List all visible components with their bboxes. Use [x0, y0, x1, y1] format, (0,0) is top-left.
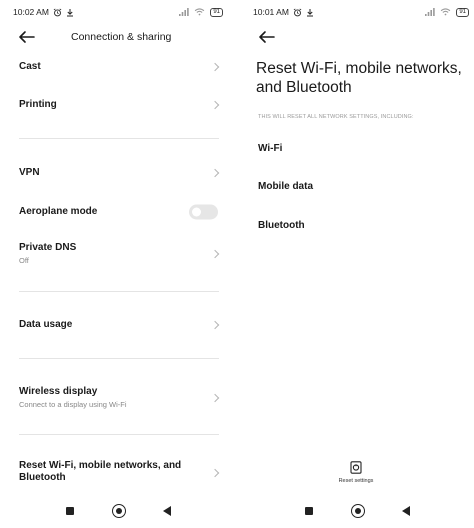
divider — [19, 138, 219, 139]
cast-label: Cast — [19, 61, 41, 72]
navigation-bar — [237, 498, 474, 528]
wireless-display-label: Wireless display — [19, 386, 98, 397]
back-arrow-icon[interactable] — [18, 30, 36, 44]
status-time: 10:01 AM — [253, 7, 289, 17]
data-usage-row[interactable]: Data usage — [19, 316, 221, 334]
divider — [19, 358, 219, 359]
nav-recents-icon[interactable] — [66, 507, 74, 515]
page-title: Connection & sharing — [71, 31, 172, 43]
reset-network-screen: 10:01 AM 91 Reset Wi-Fi, mobile networks… — [237, 0, 474, 528]
toggle-knob — [192, 207, 201, 217]
vpn-label: VPN — [19, 167, 40, 178]
reset-item-bluetooth: Bluetooth — [258, 220, 305, 231]
nav-back-icon[interactable] — [163, 506, 171, 516]
private-dns-label: Private DNS — [19, 242, 77, 253]
divider — [19, 434, 219, 435]
alarm-icon — [53, 8, 62, 16]
reset-network-label: Reset Wi-Fi, mobile networks, and Blueto… — [19, 460, 182, 483]
reset-network-row[interactable]: Reset Wi-Fi, mobile networks, and Blueto… — [19, 460, 221, 486]
navigation-bar — [0, 498, 237, 528]
printing-label: Printing — [19, 99, 57, 110]
vpn-row[interactable]: VPN — [19, 164, 221, 182]
alarm-icon — [293, 8, 302, 16]
reset-settings-button[interactable]: Reset settings — [331, 461, 381, 484]
download-icon — [306, 8, 313, 16]
download-icon — [66, 8, 73, 16]
wifi-icon — [195, 8, 205, 16]
wireless-display-sub: Connect to a display using Wi-Fi — [19, 400, 127, 409]
page-title: Reset Wi-Fi, mobile networks, and Blueto… — [256, 60, 462, 96]
reset-item-mobile-data: Mobile data — [258, 181, 314, 192]
divider — [19, 291, 219, 292]
status-bar: 10:02 AM 91 — [0, 0, 237, 24]
signal-icon — [179, 8, 190, 16]
cast-row[interactable]: Cast — [19, 58, 221, 76]
reset-settings-label: Reset settings — [338, 478, 374, 484]
data-usage-label: Data usage — [19, 319, 73, 330]
private-dns-row[interactable]: Private DNS Off — [19, 241, 221, 267]
back-arrow-icon[interactable] — [258, 30, 276, 44]
reset-caption: THIS WILL RESET ALL NETWORK SETTINGS, IN… — [258, 114, 414, 120]
battery-icon: 91 — [210, 7, 223, 17]
wireless-display-row[interactable]: Wireless display Connect to a display us… — [19, 385, 221, 411]
reset-item-wifi: Wi-Fi — [258, 143, 283, 154]
status-time: 10:02 AM — [13, 7, 49, 17]
aeroplane-mode-toggle[interactable] — [189, 204, 218, 220]
nav-home-icon[interactable] — [351, 504, 365, 518]
reset-settings-icon — [350, 461, 362, 474]
nav-back-icon[interactable] — [402, 506, 410, 516]
signal-icon — [425, 8, 436, 16]
printing-row[interactable]: Printing — [19, 96, 221, 114]
status-bar: 10:01 AM 91 — [237, 0, 474, 24]
private-dns-value: Off — [19, 256, 29, 265]
battery-icon: 91 — [456, 7, 469, 17]
aeroplane-mode-row: Aeroplane mode — [19, 203, 221, 221]
chevron-right-icon — [210, 468, 220, 478]
nav-recents-icon[interactable] — [305, 507, 313, 515]
wifi-icon — [441, 8, 451, 16]
nav-home-icon[interactable] — [112, 504, 126, 518]
connection-sharing-screen: 10:02 AM 91 Connection & sharing Cast Pr… — [0, 0, 237, 528]
